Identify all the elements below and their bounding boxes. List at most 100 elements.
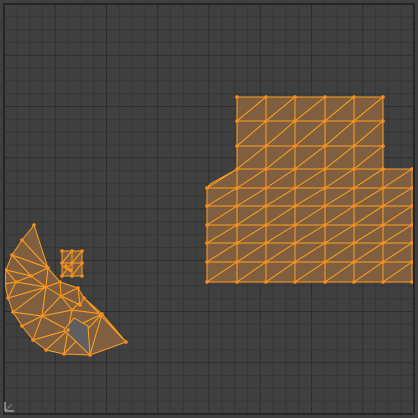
uv-vertex[interactable] xyxy=(76,286,80,290)
uv-vertex[interactable] xyxy=(352,280,356,284)
uv-vertex[interactable] xyxy=(64,264,68,268)
uv-vertex[interactable] xyxy=(381,204,385,208)
uv-vertex[interactable] xyxy=(205,241,209,245)
uv-vertex[interactable] xyxy=(82,296,86,300)
uv-vertex[interactable] xyxy=(235,204,239,208)
uv-vertex[interactable] xyxy=(20,238,24,242)
uv-vertex[interactable] xyxy=(293,260,297,264)
uv-vertex[interactable] xyxy=(323,186,327,190)
uv-vertex[interactable] xyxy=(11,310,15,314)
uv-vertex[interactable] xyxy=(264,241,268,245)
uv-vertex[interactable] xyxy=(100,312,104,316)
uv-vertex[interactable] xyxy=(381,241,385,245)
uv-vertex[interactable] xyxy=(352,241,356,245)
uv-vertex[interactable] xyxy=(70,261,74,265)
uv-vertex[interactable] xyxy=(323,95,327,99)
uv-vertex[interactable] xyxy=(264,260,268,264)
uv-vertex[interactable] xyxy=(264,144,268,148)
uv-vertex[interactable] xyxy=(264,223,268,227)
uv-vertex[interactable] xyxy=(20,324,24,328)
uv-vertex[interactable] xyxy=(293,95,297,99)
uv-vertex[interactable] xyxy=(60,274,64,278)
uv-vertex[interactable] xyxy=(205,280,209,284)
uv-vertex[interactable] xyxy=(124,340,128,344)
uv-vertex[interactable] xyxy=(235,95,239,99)
uv-vertex[interactable] xyxy=(293,223,297,227)
uv-vertex[interactable] xyxy=(14,280,18,284)
uv-vertex[interactable] xyxy=(60,249,64,253)
uv-vertex[interactable] xyxy=(323,144,327,148)
uv-vertex[interactable] xyxy=(235,186,239,190)
uv-vertex[interactable] xyxy=(293,241,297,245)
uv-vertex[interactable] xyxy=(352,119,356,123)
uv-vertex[interactable] xyxy=(293,119,297,123)
uv-vertex[interactable] xyxy=(293,280,297,284)
uv-vertex[interactable] xyxy=(32,223,36,227)
uv-vertex[interactable] xyxy=(235,280,239,284)
uv-vertex[interactable] xyxy=(80,261,84,265)
uv-vertex[interactable] xyxy=(70,274,74,278)
uv-vertex[interactable] xyxy=(205,260,209,264)
uv-vertex[interactable] xyxy=(88,353,92,357)
uv-vertex[interactable] xyxy=(44,285,48,289)
uv-vertex[interactable] xyxy=(352,260,356,264)
uv-vertex[interactable] xyxy=(264,186,268,190)
uv-vertex[interactable] xyxy=(235,144,239,148)
uv-vertex[interactable] xyxy=(31,338,35,342)
uv-vertex[interactable] xyxy=(80,249,84,253)
uv-vertex[interactable] xyxy=(59,294,63,298)
uv-vertex[interactable] xyxy=(235,223,239,227)
uv-vertex[interactable] xyxy=(323,241,327,245)
uv-vertex[interactable] xyxy=(381,144,385,148)
uv-vertex[interactable] xyxy=(323,204,327,208)
uv-vertex[interactable] xyxy=(352,186,356,190)
uv-vertex[interactable] xyxy=(10,253,14,257)
uv-vertex[interactable] xyxy=(293,144,297,148)
uv-vertex[interactable] xyxy=(66,328,70,332)
uv-vertex[interactable] xyxy=(264,280,268,284)
uv-vertex[interactable] xyxy=(381,119,385,123)
small-square-island[interactable] xyxy=(60,249,84,278)
uv-vertex[interactable] xyxy=(323,167,327,171)
uv-vertex[interactable] xyxy=(352,223,356,227)
uv-vertex[interactable] xyxy=(264,119,268,123)
uv-editor-viewport[interactable] xyxy=(0,0,418,418)
uv-vertex[interactable] xyxy=(78,303,82,307)
uv-vertex[interactable] xyxy=(70,308,74,312)
uv-vertex[interactable] xyxy=(323,119,327,123)
uv-vertex[interactable] xyxy=(80,274,84,278)
uv-vertex[interactable] xyxy=(40,314,44,318)
uv-vertex[interactable] xyxy=(352,167,356,171)
uv-vertex[interactable] xyxy=(6,296,10,300)
uv-vertex[interactable] xyxy=(264,95,268,99)
uv-vertex[interactable] xyxy=(352,144,356,148)
uv-vertex[interactable] xyxy=(381,223,385,227)
uv-vertex[interactable] xyxy=(381,280,385,284)
uv-vertex[interactable] xyxy=(323,223,327,227)
uv-vertex[interactable] xyxy=(205,223,209,227)
uv-vertex[interactable] xyxy=(58,280,62,284)
uv-vertex[interactable] xyxy=(293,167,297,171)
uv-vertex[interactable] xyxy=(205,186,209,190)
uv-vertex[interactable] xyxy=(293,204,297,208)
uv-vertex[interactable] xyxy=(235,241,239,245)
uv-vertex[interactable] xyxy=(62,352,66,356)
uv-vertex[interactable] xyxy=(293,186,297,190)
uv-vertex[interactable] xyxy=(352,204,356,208)
uv-vertex[interactable] xyxy=(235,167,239,171)
uv-canvas[interactable] xyxy=(0,0,418,418)
uv-vertex[interactable] xyxy=(381,260,385,264)
uv-vertex[interactable] xyxy=(44,348,48,352)
uv-vertex[interactable] xyxy=(264,167,268,171)
uv-vertex[interactable] xyxy=(235,260,239,264)
uv-vertex[interactable] xyxy=(29,274,33,278)
uv-vertex[interactable] xyxy=(381,167,385,171)
uv-vertex[interactable] xyxy=(264,204,268,208)
uv-vertex[interactable] xyxy=(205,204,209,208)
uv-vertex[interactable] xyxy=(60,261,64,265)
uv-vertex[interactable] xyxy=(352,95,356,99)
uv-vertex[interactable] xyxy=(381,95,385,99)
uv-vertex[interactable] xyxy=(235,119,239,123)
uv-vertex[interactable] xyxy=(381,186,385,190)
uv-vertex[interactable] xyxy=(70,249,74,253)
